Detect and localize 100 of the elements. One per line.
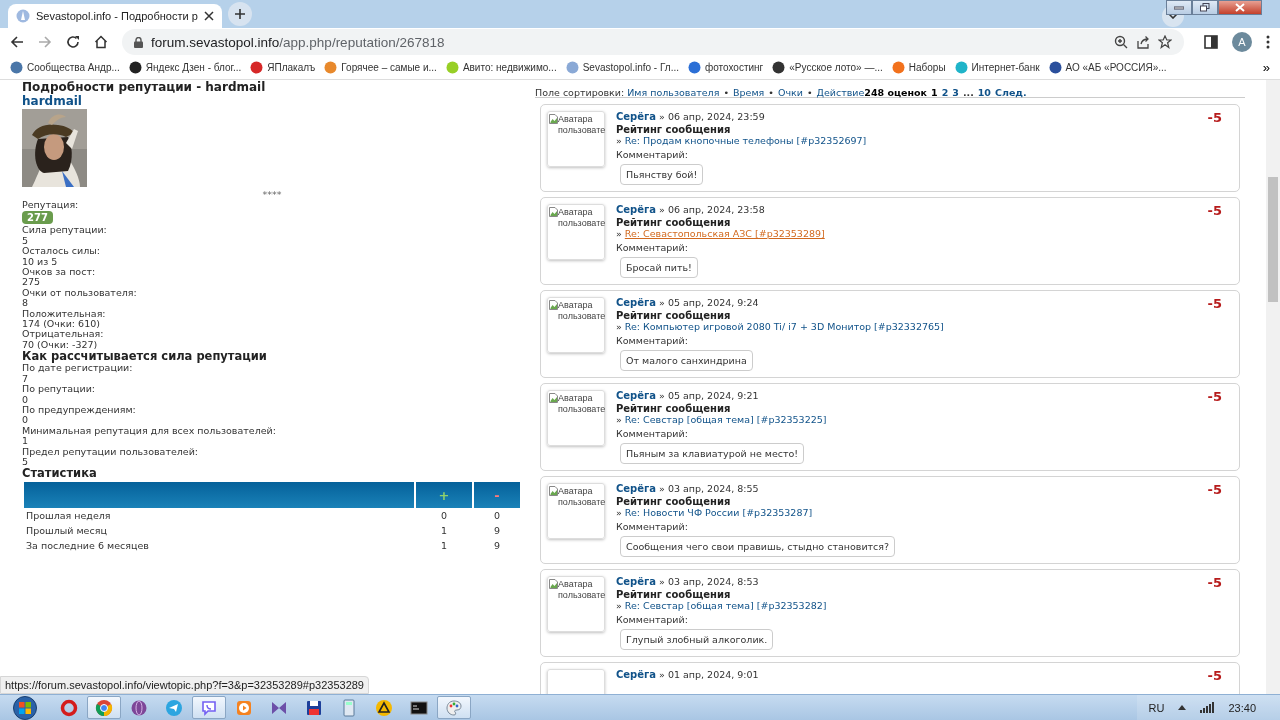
post-link[interactable]: Re: Севстар [общая тема] [#p32353282] — [624, 600, 827, 611]
bookmark-item[interactable]: Наборы — [891, 61, 946, 74]
bookmark-item[interactable]: Sevastopol.info - Гл... — [565, 61, 679, 74]
rating-score: -5 — [1207, 575, 1222, 590]
field-value: 0 — [22, 394, 30, 405]
field-value: 1 — [22, 436, 30, 447]
post-date: » 06 апр, 2024, 23:59 — [659, 111, 765, 122]
post-link[interactable]: Re: Продам кнопочные телефоны [#p32352697] — [624, 135, 867, 146]
user-link[interactable]: Серёга — [616, 204, 657, 215]
back-icon[interactable] — [10, 35, 24, 49]
restore-button[interactable] — [1192, 0, 1218, 15]
post-link[interactable]: Re: Компьютер игровой 2080 Ti/ i7 + 3D Монитор [#p32332765] — [624, 321, 944, 332]
page-ellipsis: ... — [962, 87, 974, 98]
signal-icon[interactable] — [1200, 702, 1215, 713]
scrollbar-thumb[interactable] — [1268, 177, 1278, 302]
browser-tab[interactable]: Sevastopol.info - Подробности р — [8, 4, 222, 28]
bookmark-item[interactable]: АО «АБ «РОССИЯ»... — [1048, 61, 1167, 74]
bookmark-icon — [565, 61, 579, 74]
phone-bubble-icon — [200, 698, 218, 717]
bookmark-icon — [1048, 61, 1062, 74]
table-cell-text: 1 — [439, 524, 448, 539]
bookmark-item[interactable]: Интернет-банк — [954, 61, 1040, 74]
address-bar[interactable]: forum.sevastopol.info/app.php/reputation/267818 — [122, 29, 1184, 55]
terminal-icon — [410, 698, 428, 717]
rating-title: Рейтинг сообщения — [616, 496, 731, 507]
comment-label: Комментарий: — [616, 521, 688, 532]
star-icon[interactable] — [1158, 35, 1172, 49]
sort-option-link[interactable]: Действие — [816, 87, 865, 98]
page-link[interactable]: 10 — [977, 87, 991, 98]
post-link[interactable]: Re: Севстар [общая тема] [#p32353225] — [624, 414, 827, 425]
tab-title: Sevastopol.info - Подробности р — [36, 10, 198, 22]
table-cell-text: 1 — [439, 539, 448, 554]
field-label: По дате регистрации: — [22, 363, 133, 374]
page-heading: Подробности репутации - hardmail — [22, 80, 267, 94]
avatar-alt-text: Аватара пользовате — [558, 207, 606, 229]
comment-bubble: Глупый злобный алкоголик. — [620, 629, 774, 650]
bookmark-item[interactable]: «Русское лото» —... — [772, 61, 883, 74]
bullet-mark: » — [616, 507, 622, 518]
rating-score: -5 — [1207, 296, 1222, 311]
bookmark-item[interactable]: фотохостинг — [688, 61, 764, 74]
field-label: Отрицательная: — [22, 329, 105, 340]
sort-option-link[interactable]: Время — [733, 87, 765, 98]
user-link[interactable]: Серёга — [616, 669, 657, 680]
sort-label: Поле сортировки: — [535, 87, 626, 98]
rating-count: 248 оценок — [864, 87, 928, 98]
rating-title: Рейтинг сообщения — [616, 589, 731, 600]
post-link[interactable]: Re: Севастопольская АЗС [#p32353289] — [624, 228, 825, 239]
more-bookmarks-button[interactable]: » — [1262, 60, 1270, 75]
bookmark-icon — [10, 61, 23, 74]
rating-score: -5 — [1207, 668, 1222, 683]
page-link[interactable]: 2 — [941, 87, 949, 98]
home-icon[interactable] — [94, 35, 108, 49]
url-text: forum.sevastopol.info/app.php/reputation/267818 — [151, 34, 446, 50]
new-tab-button[interactable] — [227, 2, 252, 26]
broken-image-icon — [549, 579, 558, 589]
user-link[interactable]: Серёга — [616, 111, 657, 122]
user-link[interactable]: Серёга — [616, 297, 657, 308]
user-link[interactable]: Серёга — [616, 576, 657, 587]
close-window-button[interactable] — [1218, 0, 1262, 15]
caret-up-icon[interactable] — [1178, 705, 1187, 710]
comment-bubble: От малого санхиндрина — [620, 350, 753, 371]
sphere-icon — [130, 698, 148, 717]
comment-label: Комментарий: — [616, 149, 688, 160]
side-panel-icon[interactable] — [1204, 35, 1218, 49]
zoom-icon[interactable] — [1114, 35, 1128, 49]
reload-icon[interactable] — [66, 35, 80, 49]
language-indicator[interactable]: RU — [1136, 701, 1165, 714]
sort-option-link[interactable]: Очки — [777, 87, 803, 98]
field-label: Осталось силы: — [22, 246, 101, 257]
user-link[interactable]: Серёга — [616, 390, 657, 401]
avatar-alt-text: Аватара пользовате — [558, 114, 606, 136]
start-orb-icon[interactable] — [13, 695, 37, 720]
page-link[interactable]: 3 — [952, 87, 959, 98]
current-page[interactable]: 1 — [931, 87, 938, 98]
field-label: Очков за пост: — [22, 267, 97, 278]
bookmark-item[interactable]: Сообщества Андр... — [10, 61, 120, 74]
share-icon[interactable] — [1136, 35, 1150, 49]
rating-score: -5 — [1207, 110, 1222, 125]
close-icon[interactable] — [203, 11, 214, 21]
bullet-mark: » — [616, 414, 622, 425]
menu-icon[interactable] — [1266, 35, 1270, 49]
username-link[interactable]: hardmail — [22, 94, 522, 108]
post-date: » 01 апр, 2024, 9:01 — [659, 669, 759, 680]
bullet-separator: • — [806, 87, 813, 98]
bookmark-item[interactable]: Авито: недвижимо... — [445, 61, 557, 74]
next-page-link[interactable]: След. — [995, 87, 1027, 98]
bookmark-item[interactable]: Горячее – самые и... — [324, 61, 437, 74]
table-cell-text: За последние 6 месяцев — [25, 539, 150, 554]
profile-avatar[interactable]: A — [1232, 32, 1252, 52]
comment-bubble: Пьянству бой! — [620, 164, 704, 185]
post-link[interactable]: Re: Новости ЧФ России [#p32353287] — [624, 507, 813, 518]
sort-option-link[interactable]: Имя пользователя — [627, 87, 720, 98]
bookmark-item[interactable]: Яндекс Дзен - блог... — [128, 61, 242, 74]
field-value: 70 (Очки: -327) — [22, 339, 98, 351]
broken-image-icon — [549, 486, 558, 496]
bookmark-item[interactable]: ЯПлакалъ — [250, 61, 316, 74]
user-link[interactable]: Серёга — [616, 483, 657, 494]
clock[interactable]: 23:40 — [1228, 701, 1256, 714]
post-date: » 05 апр, 2024, 9:24 — [659, 297, 759, 308]
field-value: 8 — [22, 298, 30, 309]
